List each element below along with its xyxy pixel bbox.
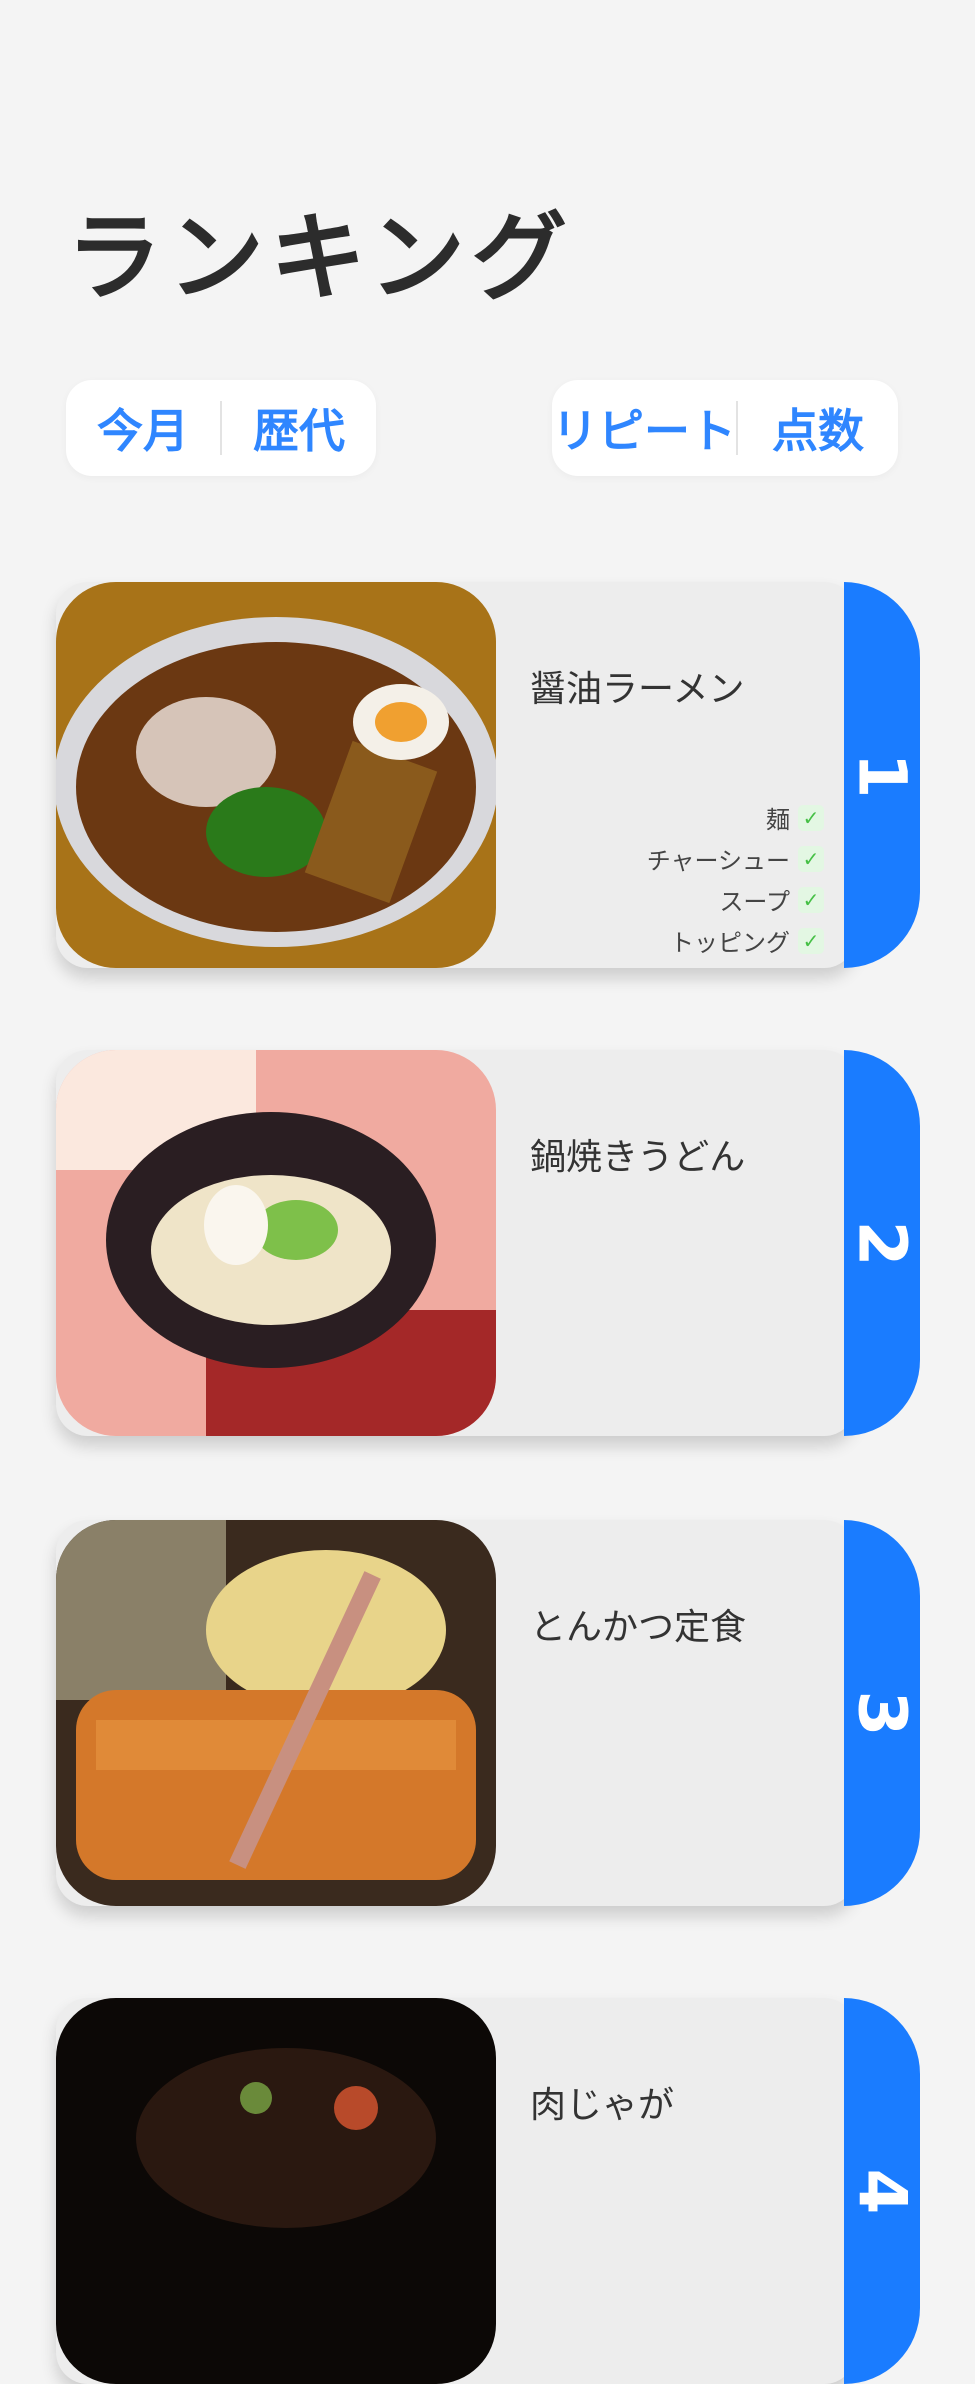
segment-all-time[interactable]: 歴代 [222, 395, 376, 461]
rank-badge: 4 [843, 1998, 921, 2384]
segment-score[interactable]: 点数 [738, 395, 898, 461]
dish-name: とんかつ定食 [530, 1607, 747, 1648]
check-icon: ✓ [798, 804, 824, 831]
tag-label: トッピング [670, 929, 790, 957]
tag-item: トッピング ✓ [670, 923, 824, 958]
tag-item: スープ ✓ [719, 882, 824, 917]
page-title: ランキング [66, 202, 574, 314]
ranking-card[interactable]: 鍋焼きうどん 2 [56, 1050, 921, 1436]
check-icon: ✓ [798, 845, 824, 872]
dish-photo [56, 1998, 496, 2384]
check-icon: ✓ [798, 927, 824, 954]
rank-number: 4 [843, 2168, 921, 2214]
dish-photo [56, 1050, 496, 1436]
tag-label: スープ [719, 888, 790, 916]
dish-name: 肉じゃが [530, 2085, 675, 2126]
dish-photo [56, 582, 496, 968]
dish-name: 醤油ラーメン [530, 669, 745, 710]
dish-photo [56, 1520, 496, 1906]
rank-number: 2 [843, 1220, 921, 1266]
tag-list: 麺 ✓ チャーシュー ✓ スープ ✓ トッピング ✓ [647, 800, 824, 958]
rank-badge: 3 [843, 1520, 921, 1906]
rank-badge: 2 [843, 1050, 921, 1436]
check-icon: ✓ [798, 886, 824, 913]
rank-number: 1 [843, 752, 921, 798]
ranking-card[interactable]: 醤油ラーメン 麺 ✓ チャーシュー ✓ スープ ✓ トッピング ✓ 1 [56, 582, 921, 968]
ranking-card[interactable]: とんかつ定食 3 [56, 1520, 921, 1906]
dish-name: 鍋焼きうどん [530, 1137, 746, 1178]
rank-number: 3 [843, 1690, 921, 1736]
sort-segmented-control: リピート 点数 [552, 380, 898, 476]
tag-item: チャーシュー ✓ [647, 841, 824, 876]
tag-label: 麺 [766, 806, 790, 834]
tag-item: 麺 ✓ [766, 800, 824, 835]
segment-repeat[interactable]: リピート [552, 395, 736, 461]
rank-badge: 1 [843, 582, 921, 968]
segment-this-month[interactable]: 今月 [66, 395, 220, 461]
period-segmented-control: 今月 歴代 [66, 380, 376, 476]
ranking-card[interactable]: 肉じゃが 4 [56, 1998, 921, 2384]
tag-label: チャーシュー [646, 847, 790, 875]
